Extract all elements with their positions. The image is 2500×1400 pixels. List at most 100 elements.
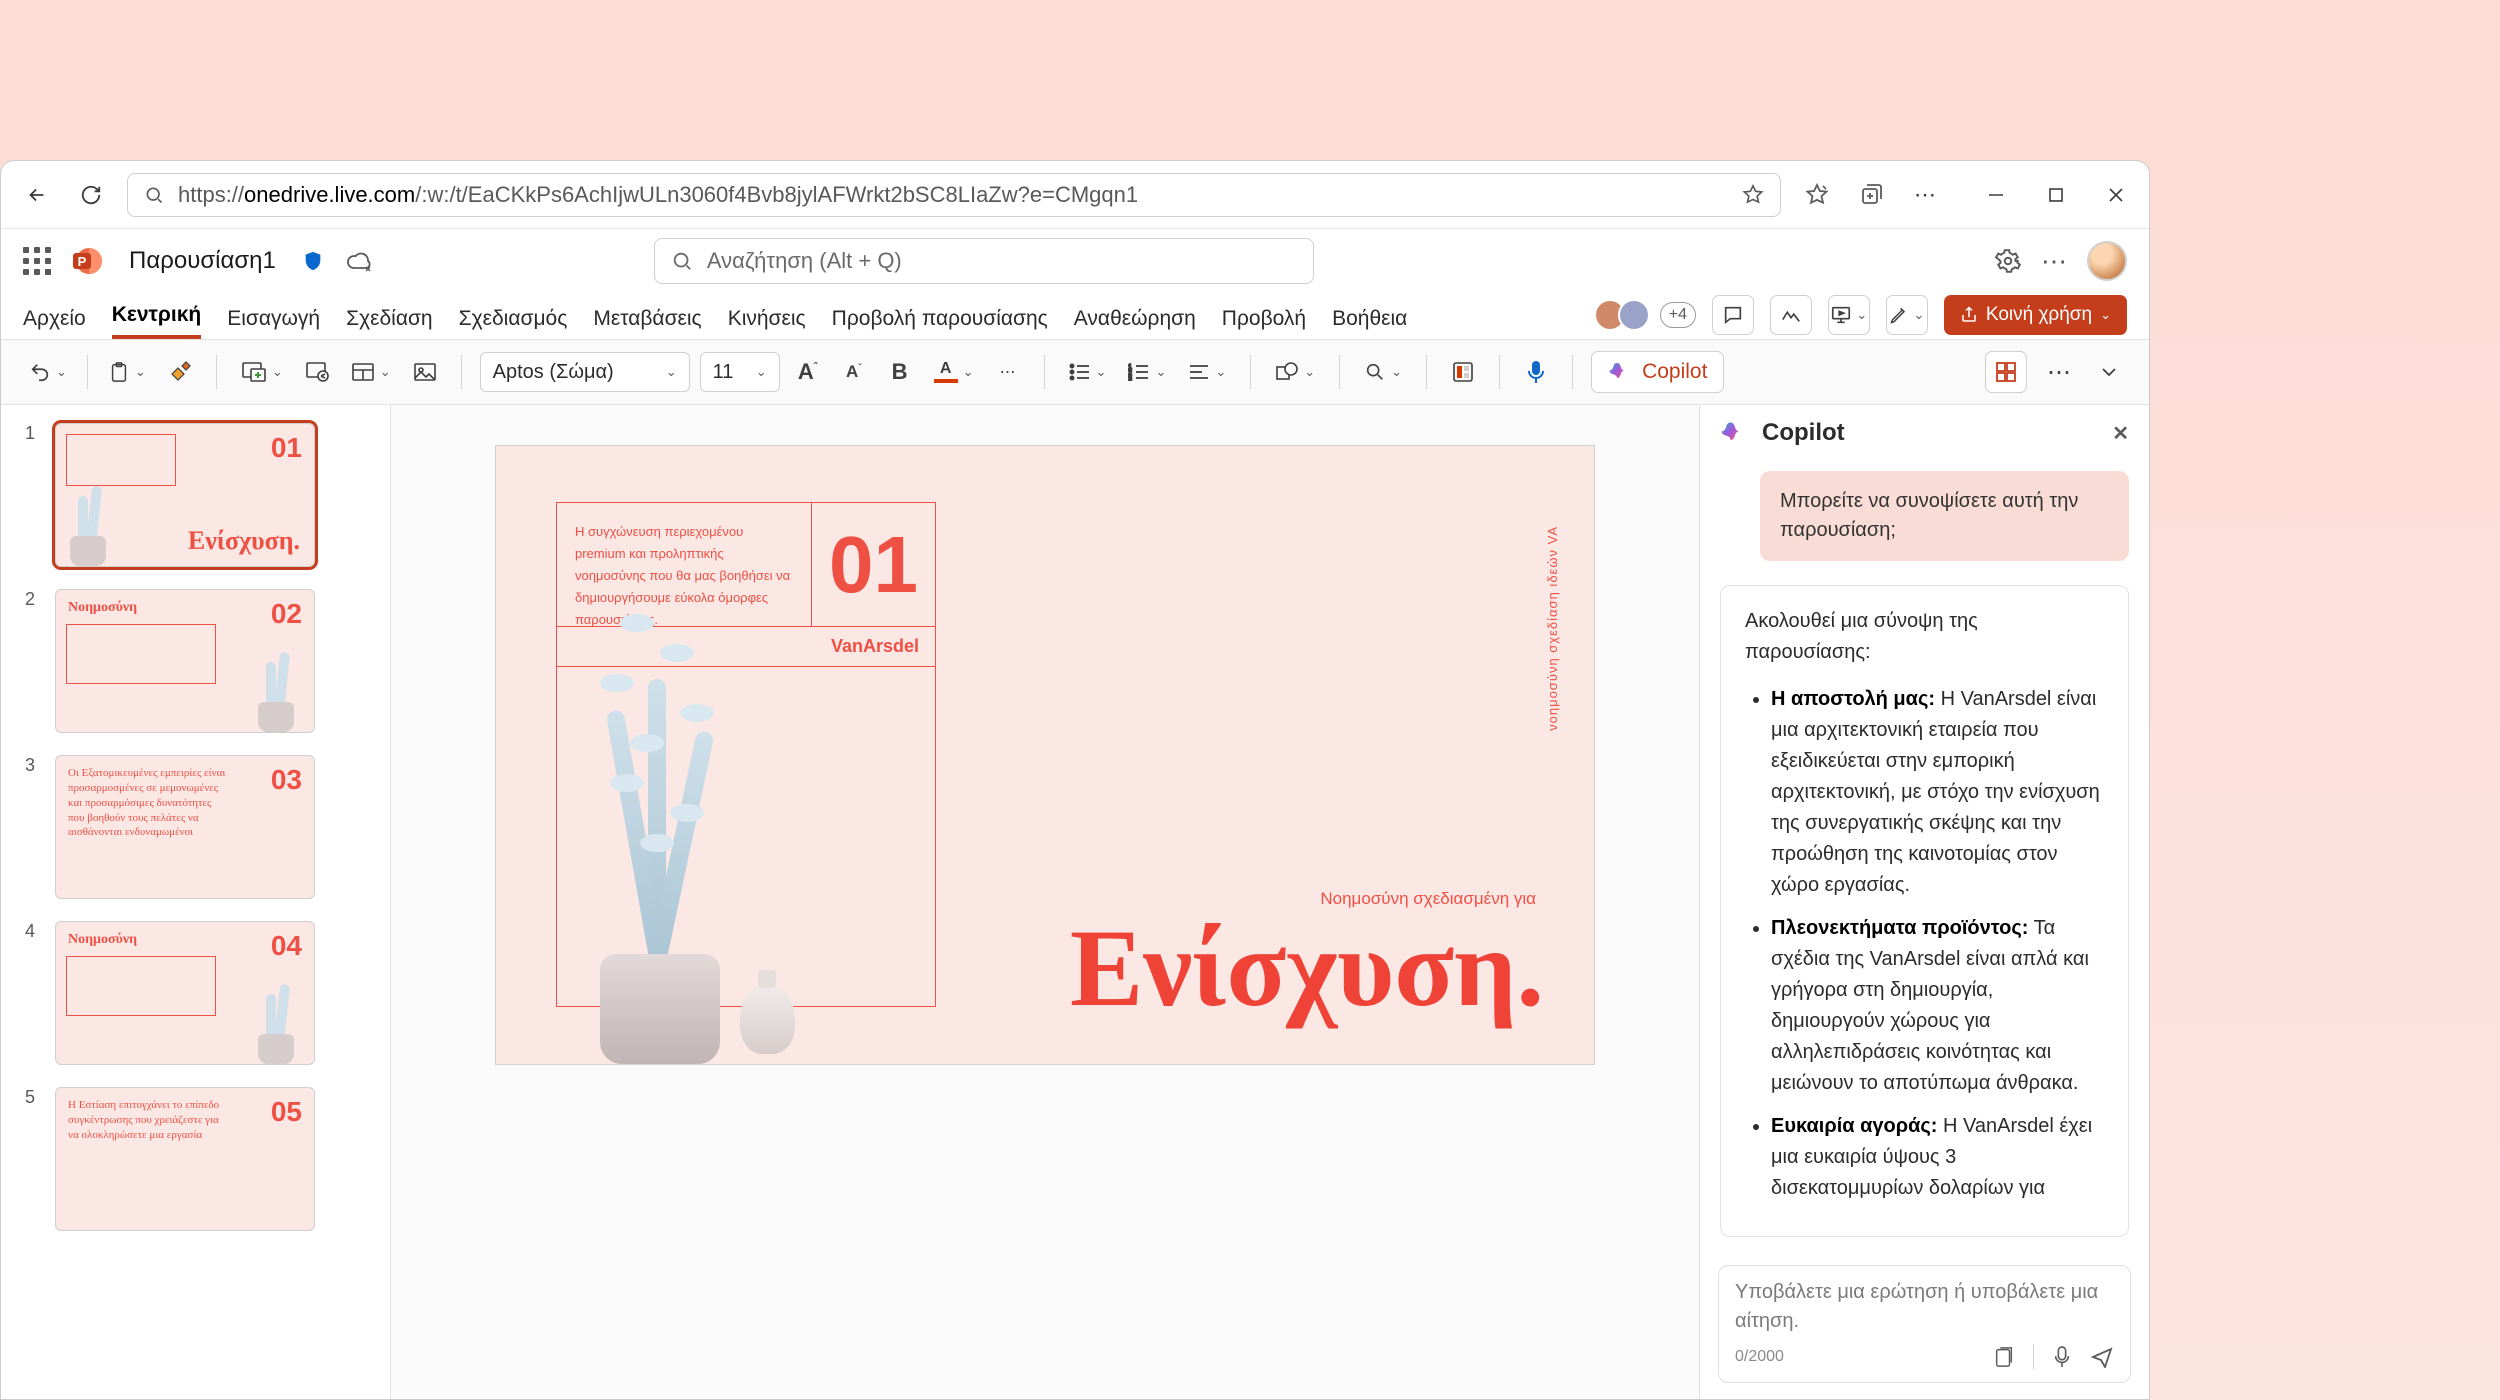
ribbon-tab-σχεδιασμός[interactable]: Σχεδιασμός xyxy=(459,307,568,339)
ribbon-tab-κινήσεις[interactable]: Κινήσεις xyxy=(728,307,806,339)
ribbon-tab-βοήθεια[interactable]: Βοήθεια xyxy=(1332,307,1407,339)
present-button[interactable] xyxy=(1828,295,1870,335)
search-input[interactable]: Αναζήτηση (Alt + Q) xyxy=(654,238,1314,284)
thumbnail-number: 5 xyxy=(25,1087,43,1231)
thumbnail-preview[interactable]: Ενίσχυση.01 xyxy=(55,423,315,567)
find-button[interactable] xyxy=(1358,352,1408,392)
thumbnail-number: 3 xyxy=(25,755,43,899)
slide-canvas-area[interactable]: Η συγχώνευση περιεχομένου premium και πρ… xyxy=(391,405,1699,1399)
new-slide-button[interactable] xyxy=(235,352,289,392)
copilot-close-icon[interactable]: ✕ xyxy=(2112,421,2129,446)
minimize-button[interactable] xyxy=(1981,180,2011,210)
presence-avatars[interactable]: +4 xyxy=(1602,299,1696,331)
editing-mode-button[interactable] xyxy=(1886,295,1928,335)
dictate-button[interactable] xyxy=(1518,352,1554,392)
font-color-button[interactable]: A xyxy=(928,352,980,392)
thumbnail-5[interactable]: 5Η Εστίαση επιτυγχάνει το επίπεδο συγκέν… xyxy=(25,1087,366,1231)
plant-image xyxy=(540,604,860,1064)
browser-window: https://onedrive.live.com/:w:/t/EaCKkPs6… xyxy=(0,160,2150,1400)
ribbon-toolbar: Aptos (Σώμα) 11 Aˆ Aˇ B A ⋯ 123 xyxy=(1,339,2149,405)
copilot-input[interactable]: Υποβάλετε μια ερώτηση ή υποβάλετε μια αί… xyxy=(1718,1265,2131,1383)
font-size-select[interactable]: 11 xyxy=(700,352,780,392)
presence-overflow[interactable]: +4 xyxy=(1660,302,1696,328)
favorites-icon[interactable] xyxy=(1799,177,1835,213)
view-mode-button[interactable] xyxy=(1985,351,2027,393)
address-bar[interactable]: https://onedrive.live.com/:w:/t/EaCKkPs6… xyxy=(127,173,1781,217)
ribbon-tab-μεταβάσεις[interactable]: Μεταβάσεις xyxy=(593,307,701,339)
thumbnail-4[interactable]: 4Νοημοσύνη04 xyxy=(25,921,366,1065)
thumbnail-3[interactable]: 3Οι Εξατομικευμένες εμπειρίες είναι προσ… xyxy=(25,755,366,899)
paste-button[interactable] xyxy=(102,352,152,392)
search-placeholder: Αναζήτηση (Alt + Q) xyxy=(707,248,902,274)
font-name-select[interactable]: Aptos (Σώμα) xyxy=(480,352,690,392)
copilot-mic-icon[interactable] xyxy=(2052,1345,2072,1369)
refresh-button[interactable] xyxy=(73,177,109,213)
decrease-font-button[interactable]: Aˇ xyxy=(836,352,872,392)
maximize-button[interactable] xyxy=(2041,180,2071,210)
app-launcher-icon[interactable] xyxy=(23,247,51,275)
thumbnail-number: 1 xyxy=(25,423,43,567)
reuse-slides-button[interactable] xyxy=(299,352,335,392)
thumbnail-number: 4 xyxy=(25,921,43,1065)
powerpoint-logo-icon[interactable]: P xyxy=(71,245,103,277)
browser-toolbar: https://onedrive.live.com/:w:/t/EaCKkPs6… xyxy=(1,161,2149,229)
browser-more-icon[interactable]: ⋯ xyxy=(1907,177,1943,213)
copilot-cards-icon[interactable] xyxy=(1993,1346,2015,1368)
format-painter-button[interactable] xyxy=(162,352,198,392)
copilot-body[interactable]: Μπορείτε να συνοψίσετε αυτή την παρουσία… xyxy=(1700,461,2149,1251)
collections-icon[interactable] xyxy=(1853,177,1889,213)
ribbon-collapse-button[interactable] xyxy=(2091,352,2127,392)
copilot-ribbon-button[interactable]: Copilot xyxy=(1591,351,1724,393)
sensitivity-icon[interactable] xyxy=(302,249,324,273)
document-title[interactable]: Παρουσίαση1 xyxy=(129,247,276,275)
bold-button[interactable]: B xyxy=(882,352,918,392)
copilot-bullet: Η αποστολή μας: Η VanArsdel είναι μια αρ… xyxy=(1771,684,2104,901)
align-button[interactable] xyxy=(1182,352,1232,392)
thumbnail-preview[interactable]: Νοημοσύνη04 xyxy=(55,921,315,1065)
numbering-button[interactable]: 123 xyxy=(1122,352,1172,392)
copilot-char-counter: 0/2000 xyxy=(1735,1348,1784,1366)
ribbon-tab-προβολή παρουσίασης[interactable]: Προβολή παρουσίασης xyxy=(832,307,1048,339)
thumbnail-panel[interactable]: 1Ενίσχυση.012Νοημοσύνη023Οι Εξατομικευμέ… xyxy=(1,405,391,1399)
designer-button[interactable] xyxy=(1445,352,1481,392)
user-avatar[interactable] xyxy=(2087,241,2127,281)
thumbnail-1[interactable]: 1Ενίσχυση.01 xyxy=(25,423,366,567)
bullets-button[interactable] xyxy=(1063,352,1113,392)
layout-button[interactable] xyxy=(345,352,397,392)
catchup-button[interactable] xyxy=(1770,295,1812,335)
comments-button[interactable] xyxy=(1712,295,1754,335)
share-button[interactable]: Κοινή χρήση ⌄ xyxy=(1944,295,2127,335)
thumbnail-preview[interactable]: Νοημοσύνη02 xyxy=(55,589,315,733)
ribbon-tab-αρχείο[interactable]: Αρχείο xyxy=(23,307,86,339)
undo-button[interactable] xyxy=(23,352,73,392)
copilot-header: Copilot ✕ xyxy=(1700,405,2149,461)
ribbon-tab-κεντρική[interactable]: Κεντρική xyxy=(112,303,202,339)
thumbnail-number: 2 xyxy=(25,589,43,733)
ribbon-tab-σχεδίαση[interactable]: Σχεδίαση xyxy=(346,307,433,339)
settings-icon[interactable] xyxy=(1995,248,2021,274)
copilot-response: Ακολουθεί μια σύνοψη της παρουσίασης: Η … xyxy=(1720,585,2129,1237)
thumbnail-2[interactable]: 2Νοημοσύνη02 xyxy=(25,589,366,733)
font-more-button[interactable]: ⋯ xyxy=(990,352,1026,392)
app-header: P Παρουσίαση1 Αναζήτηση (Alt + Q) ⋯ xyxy=(1,229,2149,293)
toolbar-more-button[interactable]: ⋯ xyxy=(2041,352,2077,392)
svg-text:3: 3 xyxy=(1128,376,1132,381)
thumbnail-preview[interactable]: Η Εστίαση επιτυγχάνει το επίπεδο συγκέντ… xyxy=(55,1087,315,1231)
favorite-icon[interactable] xyxy=(1742,184,1764,206)
close-window-button[interactable] xyxy=(2101,180,2131,210)
ribbon-tab-προβολή[interactable]: Προβολή xyxy=(1222,307,1306,339)
header-more-icon[interactable]: ⋯ xyxy=(2041,246,2067,277)
ribbon-tab-εισαγωγή[interactable]: Εισαγωγή xyxy=(227,307,320,339)
picture-button[interactable] xyxy=(407,352,443,392)
ribbon-tab-αναθεώρηση[interactable]: Αναθεώρηση xyxy=(1074,307,1196,339)
slide[interactable]: Η συγχώνευση περιεχομένου premium και πρ… xyxy=(495,445,1595,1065)
save-status-icon[interactable] xyxy=(346,250,374,272)
copilot-title: Copilot xyxy=(1762,419,1845,447)
slide-title: Ενίσχυση. xyxy=(1070,905,1544,1032)
back-button[interactable] xyxy=(19,177,55,213)
shapes-button[interactable] xyxy=(1269,352,1321,392)
increase-font-button[interactable]: Aˆ xyxy=(790,352,826,392)
thumbnail-preview[interactable]: Οι Εξατομικευμένες εμπειρίες είναι προσα… xyxy=(55,755,315,899)
copilot-send-icon[interactable] xyxy=(2090,1346,2114,1368)
url-text: https://onedrive.live.com/:w:/t/EaCKkPs6… xyxy=(178,182,1138,208)
